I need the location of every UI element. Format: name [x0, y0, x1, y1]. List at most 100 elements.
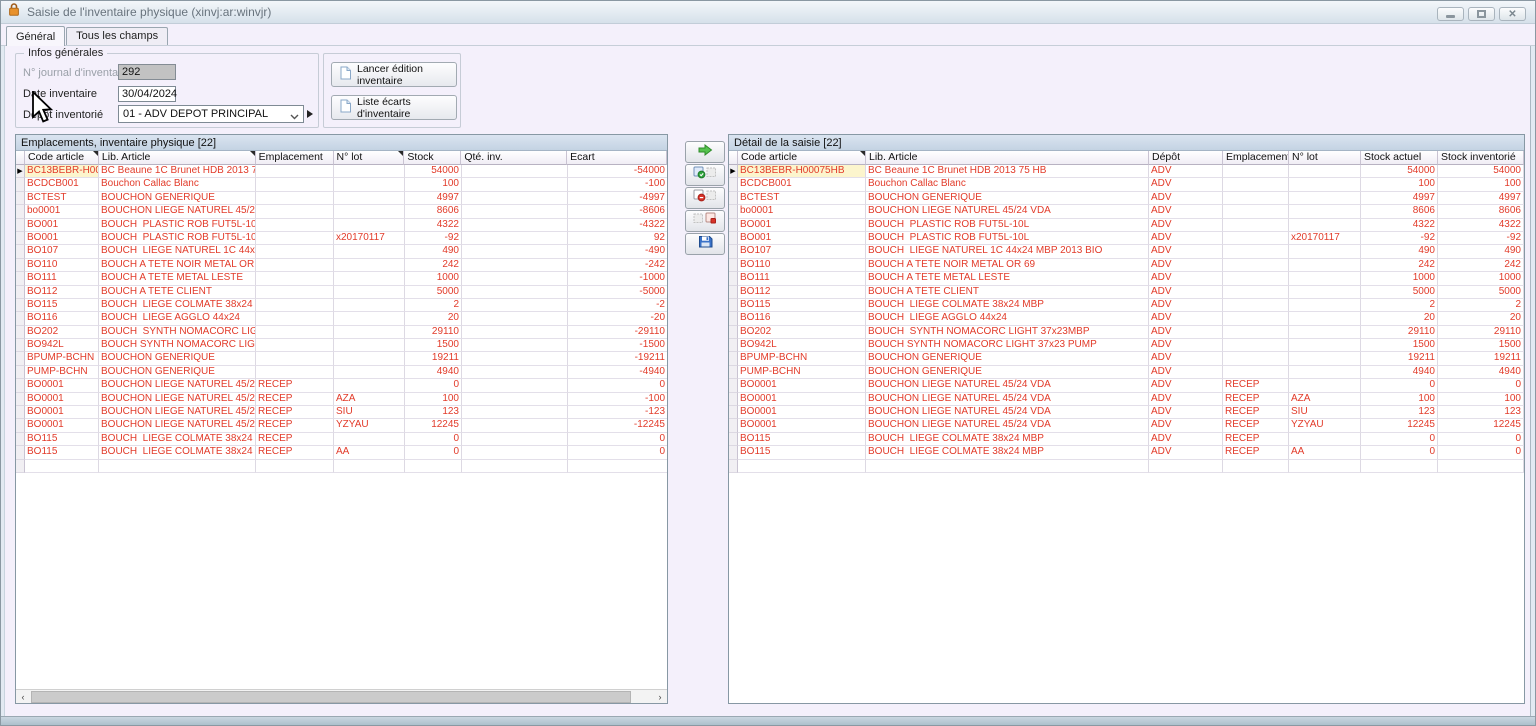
table-row[interactable]: BO202BOUCH SYNTH NOMACORC LIGHT 37x23MBP… — [729, 326, 1524, 339]
cell[interactable]: -92 — [1438, 232, 1524, 245]
cell[interactable]: BO115 — [25, 299, 99, 312]
cell[interactable]: BO0001 — [25, 393, 99, 406]
cell[interactable]: -100 — [568, 178, 667, 191]
row-selector[interactable] — [16, 272, 25, 285]
cell[interactable] — [1223, 460, 1289, 473]
cell[interactable]: 4322 — [405, 219, 462, 232]
cell[interactable]: x20170117 — [334, 232, 405, 245]
cell[interactable]: RECEP — [256, 406, 334, 419]
row-selector[interactable] — [729, 339, 738, 352]
cell[interactable]: BOUCHON LIEGE NATUREL 45/24 VDA — [99, 379, 256, 392]
cell[interactable] — [462, 192, 568, 205]
table-row[interactable]: BO107BOUCH LIEGE NATUREL 1C 44x24 MBP 20… — [16, 245, 667, 258]
cell[interactable]: ADV — [1149, 326, 1223, 339]
cell[interactable] — [568, 460, 667, 473]
row-selector[interactable] — [729, 272, 738, 285]
cell[interactable]: BO202 — [738, 326, 866, 339]
cell[interactable]: ADV — [1149, 232, 1223, 245]
cell[interactable]: ADV — [1149, 446, 1223, 459]
cell[interactable] — [1289, 286, 1361, 299]
cell[interactable] — [256, 272, 334, 285]
remove-from-selection-button[interactable] — [685, 210, 725, 232]
cell[interactable] — [738, 460, 866, 473]
cell[interactable]: 12245 — [405, 419, 462, 432]
cell[interactable] — [1223, 272, 1289, 285]
cell[interactable]: 4940 — [1361, 366, 1438, 379]
cell[interactable]: x20170117 — [1289, 232, 1361, 245]
cell[interactable]: 0 — [568, 379, 667, 392]
cell[interactable]: 100 — [405, 393, 462, 406]
cell[interactable] — [256, 165, 334, 178]
cell[interactable]: 4940 — [405, 366, 462, 379]
cell[interactable] — [462, 326, 568, 339]
cell[interactable] — [1223, 219, 1289, 232]
cell[interactable]: BC Beaune 1C Brunet HDB 2013 75 HB — [99, 165, 256, 178]
cell[interactable] — [334, 286, 405, 299]
cell[interactable] — [462, 312, 568, 325]
table-row[interactable]: BO0001BOUCHON LIEGE NATUREL 45/24 VDAADV… — [729, 419, 1524, 432]
table-row[interactable]: BO115BOUCH LIEGE COLMATE 38x24 MBPADVREC… — [729, 446, 1524, 459]
lancer-edition-button[interactable]: Lancer édition inventaire — [331, 62, 457, 87]
cell[interactable]: BOUCH PLASTIC ROB FUT5L-10L — [99, 232, 256, 245]
table-row[interactable]: BO001BOUCH PLASTIC ROB FUT5L-10LADVx2017… — [729, 232, 1524, 245]
row-selector[interactable] — [16, 446, 25, 459]
cell[interactable] — [334, 245, 405, 258]
cell[interactable]: AA — [1289, 446, 1361, 459]
cell[interactable]: BC Beaune 1C Brunet HDB 2013 75 HB — [866, 165, 1149, 178]
cell[interactable] — [256, 205, 334, 218]
cell[interactable] — [1361, 460, 1438, 473]
cell[interactable]: BO107 — [25, 245, 99, 258]
cell[interactable]: RECEP — [256, 433, 334, 446]
cell[interactable]: BOUCH A TETE CLIENT — [99, 286, 256, 299]
table-row[interactable]: BO115BOUCH LIEGE COLMATE 38x24 MBP2-2 — [16, 299, 667, 312]
cell[interactable]: RECEP — [1223, 446, 1289, 459]
table-row[interactable]: BO202BOUCH SYNTH NOMACORC LIGHT 37x23MBP… — [16, 326, 667, 339]
cell[interactable]: BCDCB001 — [25, 178, 99, 191]
cell[interactable]: PUMP-BCHN — [25, 366, 99, 379]
select-all-button[interactable] — [685, 164, 725, 186]
cell[interactable]: -1000 — [568, 272, 667, 285]
cell[interactable]: 1000 — [1438, 272, 1524, 285]
table-row[interactable]: bo0001BOUCHON LIEGE NATUREL 45/24 VDA860… — [16, 205, 667, 218]
cell[interactable]: -4997 — [568, 192, 667, 205]
cell[interactable] — [334, 326, 405, 339]
row-selector[interactable] — [729, 366, 738, 379]
cell[interactable]: 2 — [1361, 299, 1438, 312]
table-row[interactable]: ▶BC13BEBR-H00075HBBC Beaune 1C Brunet HD… — [16, 165, 667, 178]
cell[interactable] — [462, 419, 568, 432]
cell[interactable]: RECEP — [256, 379, 334, 392]
cell[interactable] — [462, 433, 568, 446]
cell[interactable] — [256, 192, 334, 205]
cell[interactable]: AA — [334, 446, 405, 459]
cell[interactable]: ADV — [1149, 433, 1223, 446]
cell[interactable] — [1223, 326, 1289, 339]
cell[interactable] — [334, 219, 405, 232]
row-selector[interactable] — [729, 406, 738, 419]
column-header-depot[interactable]: Dépôt — [1149, 151, 1223, 165]
cell[interactable] — [256, 312, 334, 325]
row-selector[interactable] — [16, 433, 25, 446]
cell[interactable]: 5000 — [1361, 286, 1438, 299]
column-header-stock-actuel[interactable]: Stock actuel — [1361, 151, 1438, 165]
cell[interactable]: 242 — [1361, 259, 1438, 272]
row-selector[interactable] — [16, 259, 25, 272]
cell[interactable]: BO115 — [738, 299, 866, 312]
cell[interactable] — [1289, 272, 1361, 285]
cell[interactable]: 20 — [405, 312, 462, 325]
cell[interactable]: AZA — [334, 393, 405, 406]
row-selector[interactable] — [729, 232, 738, 245]
cell[interactable]: BOUCHON LIEGE NATUREL 45/24 VDA — [866, 393, 1149, 406]
table-row[interactable] — [16, 460, 667, 473]
row-selector[interactable] — [729, 219, 738, 232]
cell[interactable]: 4997 — [1438, 192, 1524, 205]
cell[interactable]: RECEP — [1223, 379, 1289, 392]
table-row[interactable]: PUMP-BCHNBOUCHON GENERIQUEADV49404940 — [729, 366, 1524, 379]
cell[interactable] — [1223, 245, 1289, 258]
cell[interactable] — [1223, 178, 1289, 191]
row-selector[interactable] — [729, 460, 738, 473]
cell[interactable] — [334, 178, 405, 191]
cell[interactable]: 4322 — [1361, 219, 1438, 232]
cell[interactable]: 242 — [1438, 259, 1524, 272]
cell[interactable]: -123 — [568, 406, 667, 419]
row-selector[interactable] — [729, 433, 738, 446]
